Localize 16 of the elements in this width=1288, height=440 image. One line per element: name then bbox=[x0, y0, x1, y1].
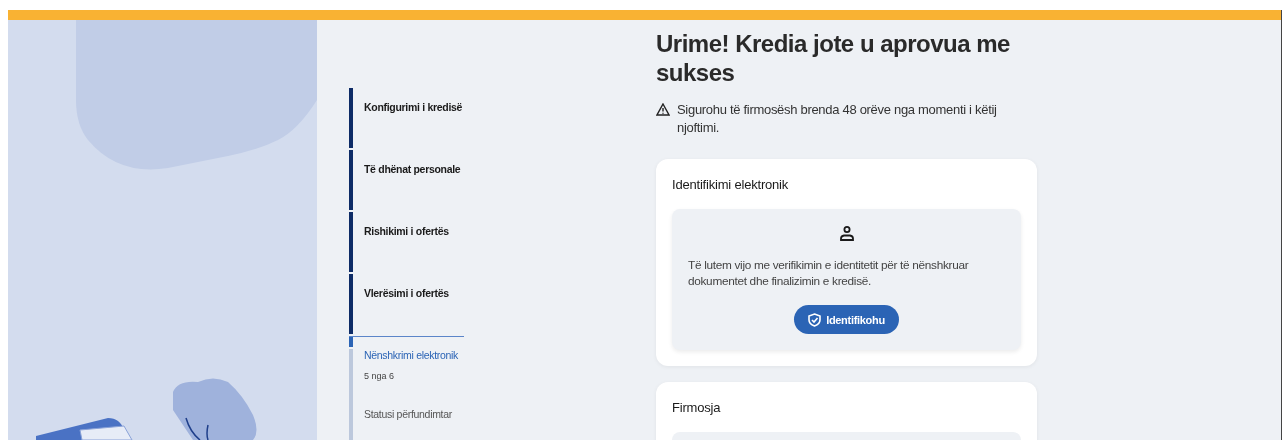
step-label: Vlerësimi i ofertës bbox=[364, 286, 449, 301]
step-label: Konfigurimi i kredisë bbox=[364, 100, 463, 115]
identify-button[interactable]: Identifikohu bbox=[794, 305, 899, 334]
step-label: Rishikimi i ofertës bbox=[364, 224, 449, 239]
step-counter: 5 nga 6 bbox=[364, 371, 396, 381]
warning-icon bbox=[656, 103, 670, 116]
card-title: Identifikimi elektronik bbox=[672, 176, 790, 194]
card-title: Firmosja bbox=[672, 399, 722, 417]
step-label: Nënshkrimi elektronik bbox=[364, 348, 459, 361]
warning-text: Sigurohu të firmosësh brenda 48 orëve nga momenti i këtij njoftimi. bbox=[677, 101, 998, 137]
user-icon bbox=[838, 225, 855, 241]
step-label: Statusi përfundimtar bbox=[364, 407, 452, 422]
card-message: Të lutem vijo me verifikimin e identitetit për të nënshkruar dokumentet dhe finalizimin e kredisë. bbox=[688, 257, 970, 289]
page-title: Urime! Kredia jote u aprovua me sukses bbox=[656, 29, 1011, 87]
step-label: Të dhënat personale bbox=[364, 162, 461, 177]
shield-check-icon bbox=[808, 312, 822, 327]
